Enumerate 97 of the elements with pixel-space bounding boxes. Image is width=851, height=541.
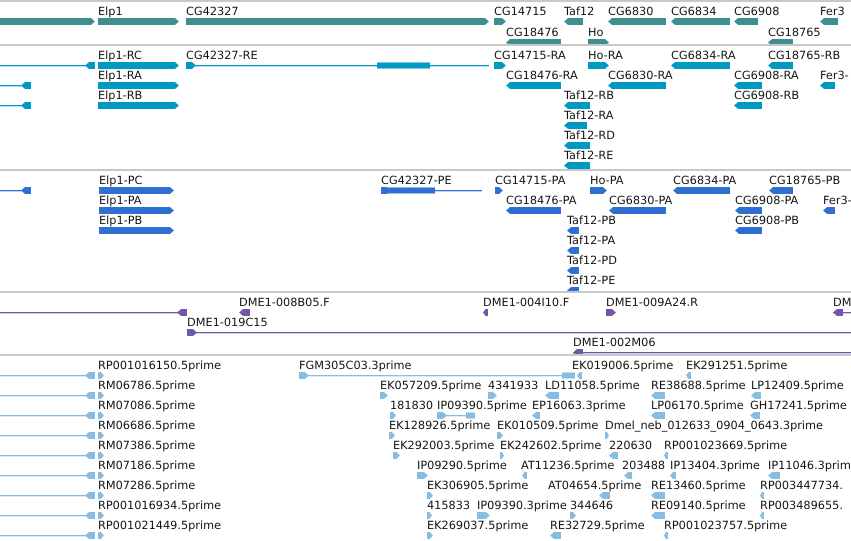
feature-label: Ho-RA [588, 49, 623, 62]
feature-label: Elp1-RA [98, 69, 142, 82]
feature-label: Taf12-PE [567, 274, 616, 287]
feature-label: RP001016934.5prime [98, 499, 222, 512]
feature-label: EK306905.5prime [427, 479, 528, 492]
feature-label: RP003447734. [760, 479, 843, 492]
feature-label: DM [833, 296, 851, 309]
feature-label: CG6830 [608, 5, 654, 18]
feature-label: Taf12-PD [567, 254, 617, 267]
feature-label: CG6834 [671, 5, 716, 18]
feature-label: 4341933 [488, 379, 538, 392]
feature-label: Dmel_neb_012633_0904_0643.3prime [605, 419, 823, 432]
feature-label: CG6908-PB [735, 214, 800, 227]
feature-label: RM07086.5prime [98, 399, 196, 412]
feature-label: CG18476 [506, 26, 559, 39]
feature-label: CG42327 [186, 5, 239, 18]
feature-label: Ho-PA [590, 174, 624, 187]
feature-label: Taf12-PB [567, 214, 616, 227]
feature-label: LP12409.5prime [751, 379, 844, 392]
feature-label: EK019006.5prime [572, 359, 674, 372]
feature-label: RP003489655. [760, 499, 843, 512]
feature-label: 415833 [427, 499, 470, 512]
feature-label: RM06686.5prime [98, 419, 196, 432]
feature-label: GH17241.5prime [750, 399, 847, 412]
feature-label: AT11236.5prime [521, 459, 614, 472]
feature-label: Ho [588, 26, 604, 39]
feature-label: CG6830-PA [609, 194, 672, 207]
feature-label: EK269037.5prime [427, 519, 528, 532]
feature-label: RM07286.5prime [98, 479, 196, 492]
feature-label: RE38688.5prime [651, 379, 746, 392]
feature-label: IP09390.5prime [437, 399, 527, 412]
feature-label: EK057209.5prime [380, 379, 482, 392]
feature-label: DME1-004I10.F [483, 296, 570, 309]
feature-label: 220630 [609, 439, 652, 452]
feature-label: CG6908 [734, 5, 780, 18]
feature-label: IP13404.3prime [670, 459, 760, 472]
feature-label: RP001023669.5prime [664, 439, 788, 452]
feature-label: Fer3 [820, 5, 845, 18]
feature-label: EK128926.5prime [389, 419, 490, 432]
feature-label: CG18765-PB [769, 174, 840, 187]
feature-label: 344646 [570, 499, 614, 512]
feature-label: Elp1-RC [98, 49, 142, 62]
feature-label: RP001016150.5prime [98, 359, 222, 372]
feature-label: RP001021449.5prime [98, 519, 222, 532]
feature-label: Taf12-RE [564, 149, 614, 162]
feature-label: Fer3- [823, 194, 851, 207]
feature-label: AT04654.5prime [548, 479, 642, 492]
feature-label: Taf12-RD [564, 129, 615, 142]
feature-label: DME1-002M06 [573, 336, 656, 349]
feature-label: Elp1-RB [98, 89, 142, 102]
feature-label: CG6908-PA [735, 194, 798, 207]
feature-label: EK010509.5prime [497, 419, 598, 432]
feature-label: RE09140.5prime [651, 499, 746, 512]
feature-label: LD11058.5prime [545, 379, 640, 392]
feature-label: EK242602.5prime [500, 439, 602, 452]
feature-label: CG6834-PA [673, 174, 736, 187]
feature-label: EP16063.3prime [532, 399, 626, 412]
feature-label: IP11046.3prim [768, 459, 851, 472]
feature-label: CG18765 [768, 26, 821, 39]
feature-label: Elp1-PA [99, 194, 142, 207]
feature-label: Taf12-RB [564, 89, 614, 102]
feature-label: Fer3- [820, 69, 849, 82]
feature-label: CG6908-RB [734, 89, 800, 102]
feature-label: CG42327-RE [186, 49, 258, 62]
feature-label: RM06786.5prime [98, 379, 196, 392]
feature-label: CG14715-RA [494, 49, 566, 62]
feature-label: 181830 [390, 399, 434, 412]
feature-label: DME1-008B05.F [239, 296, 330, 309]
feature-label: IP09290.5prime [417, 459, 507, 472]
feature-label: Elp1-PC [99, 174, 142, 187]
feature-label: RE13460.5prime [651, 479, 746, 492]
feature-label: Elp1-PB [99, 214, 142, 227]
feature-label: CG18476-RA [506, 69, 578, 82]
feature-label: RM07386.5prime [98, 439, 196, 452]
feature-label: RP001023757.5prime [664, 519, 788, 532]
feature-label: RM07186.5prime [98, 459, 196, 472]
feature-label: CG6830-RA [608, 69, 673, 82]
feature-label: Taf12-RA [564, 109, 614, 122]
feature-label: CG14715 [494, 5, 547, 18]
feature-label: Elp1 [98, 5, 123, 18]
feature-label: EK291251.5prime [686, 359, 788, 372]
feature-label: CG6908-RA [734, 69, 799, 82]
feature-label: CG14715-PA [495, 174, 566, 187]
feature-label: Taf12 [564, 5, 594, 18]
feature-label: EK292003.5prime [393, 439, 494, 452]
feature-label: CG42327-PE [381, 174, 452, 187]
feature-label: 203488 [622, 459, 666, 472]
feature-label: CG6834-RA [671, 49, 736, 62]
feature-label: Taf12-PA [567, 234, 616, 247]
feature-label: FGM305C03.3prime [299, 359, 412, 372]
feature-label: CG18765-RB [768, 49, 840, 62]
feature-label: DME1-009A24.R [606, 296, 698, 309]
feature-label: IP09390.3prime [477, 499, 567, 512]
feature-label: CG18476-PA [506, 194, 576, 207]
feature-label: RE32729.5prime [550, 519, 645, 532]
feature-label: LP06170.5prime [651, 399, 744, 412]
feature-label: DME1-019C15 [187, 316, 268, 329]
